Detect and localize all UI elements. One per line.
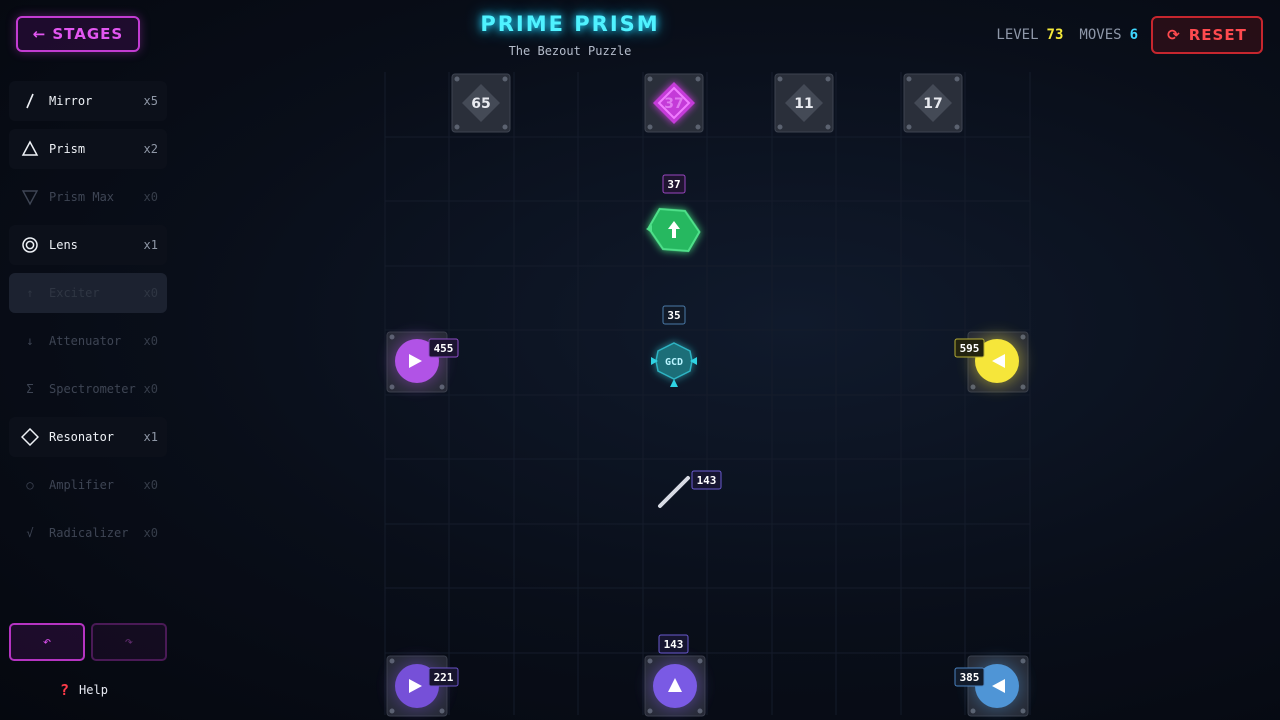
target-value: 17	[923, 96, 942, 112]
svg-text:595: 595	[960, 342, 980, 355]
target-65[interactable]: 65	[451, 73, 511, 133]
beam-label-143-combiner: 143	[658, 634, 689, 654]
target-17[interactable]: 17	[903, 73, 963, 133]
target-37[interactable]: 37	[644, 73, 704, 133]
svg-text:35: 35	[667, 309, 680, 322]
source-label-455: 455	[428, 338, 459, 358]
gcd-label: GCD	[665, 357, 683, 368]
svg-text:385: 385	[960, 671, 980, 684]
svg-text:221: 221	[434, 671, 454, 684]
beam-label-143-mirror: 143	[691, 470, 722, 490]
source-label-221: 221	[428, 667, 459, 687]
svg-text:143: 143	[697, 474, 717, 487]
target-11[interactable]: 11	[774, 73, 834, 133]
target-value: 37	[664, 96, 683, 112]
board-grid	[384, 72, 1031, 715]
beams	[416, 118, 1066, 688]
svg-text:455: 455	[434, 342, 454, 355]
source-label-595: 595	[954, 338, 985, 358]
beam-label-37: 37	[662, 174, 686, 194]
beam-label-35: 35	[662, 305, 686, 325]
combiner-piece[interactable]	[644, 655, 706, 717]
source-label-385: 385	[954, 667, 985, 687]
svg-text:143: 143	[664, 638, 684, 651]
gcd-node[interactable]: GCD	[651, 342, 697, 387]
target-value: 65	[471, 96, 490, 112]
svg-text:37: 37	[667, 178, 680, 191]
target-value: 11	[794, 96, 813, 112]
game-board[interactable]: 65 37 11 17 GCD 455 595 221 385 37 35 14…	[0, 0, 1280, 720]
